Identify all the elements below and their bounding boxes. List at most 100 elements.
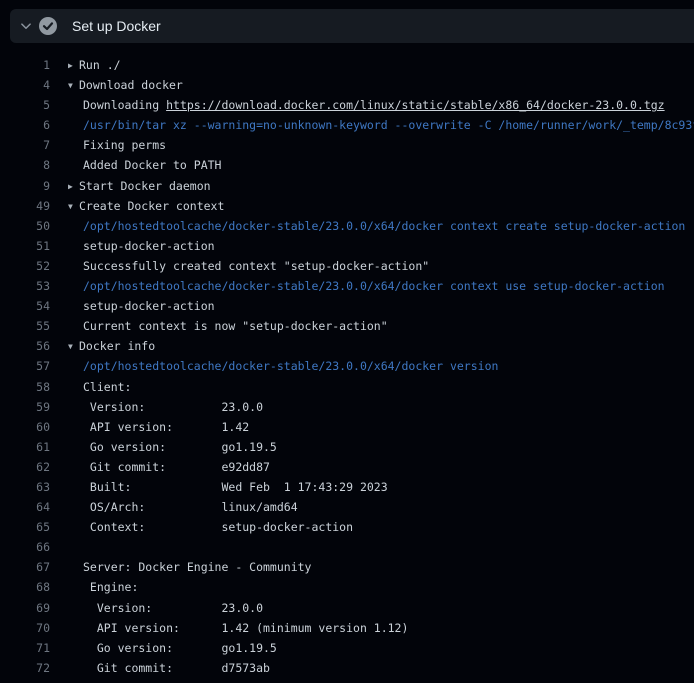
log-text: Fixing perms [83, 135, 166, 155]
log-text: Successfully created context "setup-dock… [83, 256, 429, 276]
line-number[interactable]: 7 [0, 135, 50, 155]
log-line: 7 Fixing perms [0, 135, 694, 155]
log-line: 56 ▼Docker info [0, 336, 694, 356]
log-link[interactable]: https://download.docker.com/linux/static… [166, 98, 665, 112]
log-line: 49 ▼Create Docker context [0, 196, 694, 216]
log-line: 68 Engine: [0, 577, 694, 597]
log-line: 67 Server: Docker Engine - Community [0, 557, 694, 577]
line-number[interactable]: 62 [0, 457, 50, 477]
line-number[interactable]: 56 [0, 336, 50, 356]
log-line: 1 ▶Run ./ [0, 55, 694, 75]
log-text: setup-docker-action [83, 296, 215, 316]
log-line: 52 Successfully created context "setup-do… [0, 256, 694, 276]
caret-expanded-icon[interactable]: ▼ [66, 197, 79, 217]
group-title[interactable]: Run ./ [79, 58, 121, 72]
log-command-text: /opt/hostedtoolcache/docker-stable/23.0.… [83, 356, 498, 376]
log-line: 58 Client: [0, 377, 694, 397]
step-header[interactable]: Set up Docker [10, 9, 694, 43]
line-number[interactable]: 51 [0, 236, 50, 256]
log-text: Git commit: e92dd87 [83, 457, 270, 477]
log-line: 71 Go version: go1.19.5 [0, 638, 694, 658]
log-line: 66 [0, 537, 694, 557]
log-line: 53/opt/hostedtoolcache/docker-stable/23.… [0, 276, 694, 296]
line-number[interactable]: 4 [0, 75, 50, 95]
log-text: Go version: go1.19.5 [83, 638, 277, 658]
line-number[interactable]: 68 [0, 577, 50, 597]
log-text: Built: Wed Feb 1 17:43:29 2023 [83, 477, 388, 497]
caret-expanded-icon[interactable]: ▼ [66, 76, 79, 96]
line-number[interactable]: 50 [0, 216, 50, 236]
log-line: 65 Context: setup-docker-action [0, 517, 694, 537]
log-line: 63 Built: Wed Feb 1 17:43:29 2023 [0, 477, 694, 497]
line-number[interactable]: 1 [0, 55, 50, 75]
log-text: Context: setup-docker-action [83, 517, 353, 537]
line-number[interactable]: 5 [0, 95, 50, 115]
log-text: Current context is now "setup-docker-act… [83, 316, 388, 336]
check-circle-icon [38, 16, 58, 36]
line-number[interactable]: 8 [0, 155, 50, 175]
group-title[interactable]: Create Docker context [79, 199, 224, 213]
line-number[interactable]: 67 [0, 557, 50, 577]
log-text: Client: [83, 377, 131, 397]
log-text: API version: 1.42 (minimum version 1.12) [83, 618, 408, 638]
group-title[interactable]: Start Docker daemon [79, 179, 211, 193]
log-text: OS/Arch: linux/amd64 [83, 497, 298, 517]
line-number[interactable]: 64 [0, 497, 50, 517]
line-number[interactable]: 49 [0, 196, 50, 216]
line-number[interactable]: 54 [0, 296, 50, 316]
log-viewer: 1▶Run ./4▼Download docker5Downloading ht… [0, 44, 694, 683]
log-text: Version: 23.0.0 [83, 397, 263, 417]
log-line: 57/opt/hostedtoolcache/docker-stable/23.… [0, 356, 694, 376]
log-line: 62 Git commit: e92dd87 [0, 457, 694, 477]
log-text: Server: Docker Engine - Community [83, 557, 311, 577]
line-number[interactable]: 52 [0, 256, 50, 276]
log-text: Git commit: d7573ab [83, 658, 270, 678]
log-text: Version: 23.0.0 [83, 598, 263, 618]
log-line: 70 API version: 1.42 (minimum version 1.… [0, 618, 694, 638]
line-number[interactable]: 63 [0, 477, 50, 497]
line-number[interactable]: 61 [0, 437, 50, 457]
log-line: 60 API version: 1.42 [0, 417, 694, 437]
log-text: Engine: [83, 577, 138, 597]
line-number[interactable]: 57 [0, 356, 50, 376]
log-line: 72 Git commit: d7573ab [0, 658, 694, 678]
line-number[interactable]: 65 [0, 517, 50, 537]
caret-collapsed-icon[interactable]: ▶ [66, 177, 79, 197]
line-number[interactable]: 53 [0, 276, 50, 296]
step-title: Set up Docker [72, 18, 161, 34]
log-line: 6/usr/bin/tar xz --warning=no-unknown-ke… [0, 115, 694, 135]
caret-expanded-icon[interactable]: ▼ [66, 337, 79, 357]
log-line: 64 OS/Arch: linux/amd64 [0, 497, 694, 517]
log-command-text: /opt/hostedtoolcache/docker-stable/23.0.… [83, 216, 685, 236]
log-line: 9 ▶Start Docker daemon [0, 176, 694, 196]
line-number[interactable]: 9 [0, 176, 50, 196]
log-text: Go version: go1.19.5 [83, 437, 277, 457]
log-text: Added Docker to PATH [83, 155, 221, 175]
line-number[interactable]: 6 [0, 115, 50, 135]
log-command-text: /usr/bin/tar xz --warning=no-unknown-key… [83, 115, 694, 135]
chevron-down-icon[interactable] [18, 18, 34, 34]
line-number[interactable]: 55 [0, 316, 50, 336]
line-number[interactable]: 69 [0, 598, 50, 618]
line-number[interactable]: 70 [0, 618, 50, 638]
caret-collapsed-icon[interactable]: ▶ [66, 56, 79, 76]
log-line: 69 Version: 23.0.0 [0, 598, 694, 618]
log-line: 8 Added Docker to PATH [0, 155, 694, 175]
log-line: 55 Current context is now "setup-docker-a… [0, 316, 694, 336]
log-line: 5Downloading https://download.docker.com… [0, 95, 694, 115]
group-title[interactable]: Docker info [79, 339, 155, 353]
line-number[interactable]: 71 [0, 638, 50, 658]
line-number[interactable]: 59 [0, 397, 50, 417]
log-command-text: /opt/hostedtoolcache/docker-stable/23.0.… [83, 276, 665, 296]
line-number[interactable]: 60 [0, 417, 50, 437]
line-number[interactable]: 66 [0, 537, 50, 557]
log-text: setup-docker-action [83, 236, 215, 256]
log-line: 61 Go version: go1.19.5 [0, 437, 694, 457]
line-number[interactable]: 58 [0, 377, 50, 397]
log-line: 50/opt/hostedtoolcache/docker-stable/23.… [0, 216, 694, 236]
log-line: 54 setup-docker-action [0, 296, 694, 316]
log-line: 4 ▼Download docker [0, 75, 694, 95]
line-number[interactable]: 72 [0, 658, 50, 678]
log-line: 51 setup-docker-action [0, 236, 694, 256]
group-title[interactable]: Download docker [79, 78, 183, 92]
